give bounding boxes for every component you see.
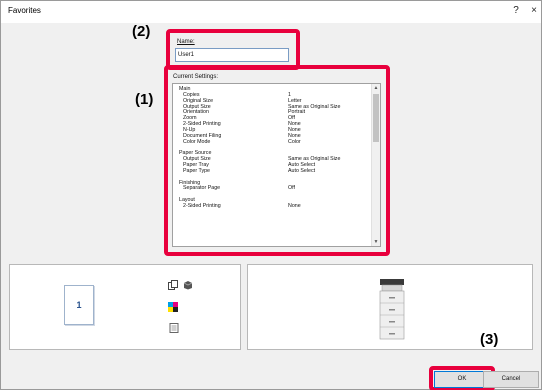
page-preview: 1 (64, 285, 94, 325)
title-bar: Favorites ? × (1, 1, 541, 23)
settings-row: 2-Sided Printing None (179, 202, 369, 210)
staple-icon (183, 281, 193, 290)
window-title: Favorites (8, 6, 41, 15)
copies-icon (168, 280, 178, 290)
current-settings-list[interactable]: Main Copies 1 Original Size Letter Output Siz… (172, 83, 381, 247)
close-button[interactable]: × (527, 4, 541, 18)
scroll-thumb[interactable] (373, 94, 379, 142)
document-icon (169, 323, 179, 333)
page-preview-panel: 1 (9, 264, 241, 350)
settings-rows: Main Copies 1 Original Size Letter Output Siz… (179, 86, 369, 210)
scroll-down-icon[interactable]: ▼ (372, 238, 380, 246)
name-label: Name: (177, 39, 195, 45)
printer-icon (379, 279, 405, 340)
current-settings-label: Current Settings: (173, 74, 219, 80)
setting-key: 2-Sided Printing (183, 202, 221, 209)
callout-2: (2) (132, 23, 151, 40)
callout-3: (3) (480, 331, 499, 348)
settings-scrollbar[interactable]: ▲ ▼ (371, 84, 380, 246)
setting-value: None (288, 202, 301, 209)
scroll-up-icon[interactable]: ▲ (372, 84, 380, 92)
help-button[interactable]: ? (509, 4, 523, 18)
callout-1: (1) (135, 91, 154, 108)
cancel-button[interactable]: Cancel (483, 371, 539, 388)
ok-button[interactable]: OK (434, 371, 490, 388)
favorites-dialog: Favorites ? × (2) Name: User1 (1) Curren… (0, 0, 542, 390)
color-mode-icon (168, 302, 178, 312)
name-input[interactable]: User1 (175, 48, 289, 62)
